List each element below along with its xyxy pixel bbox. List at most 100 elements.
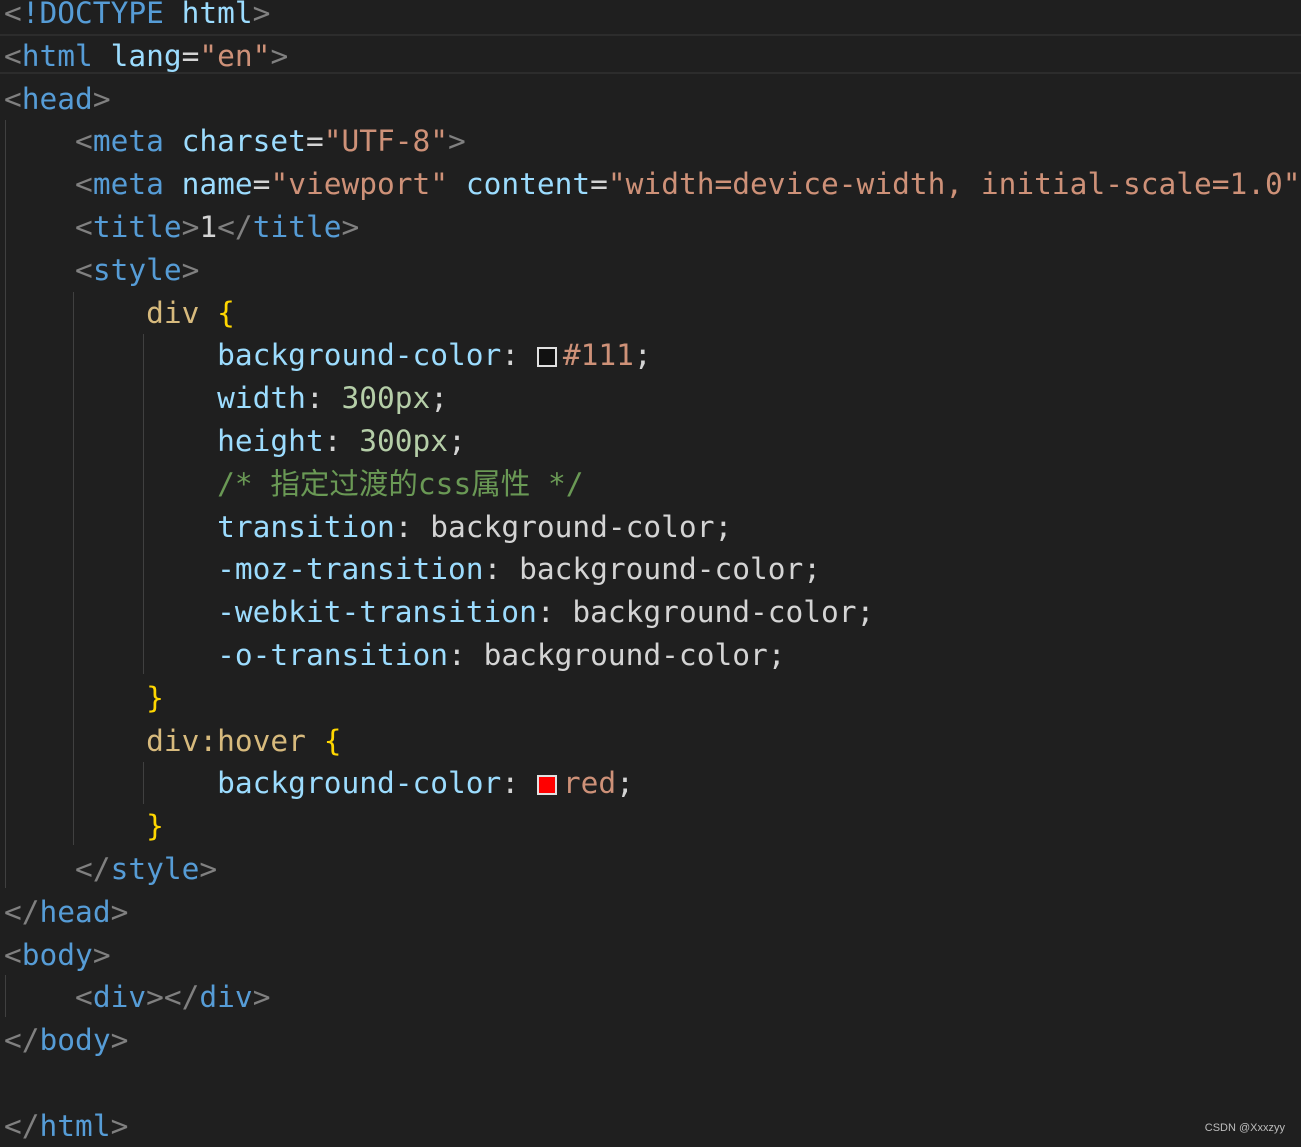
code-token: "UTF-8" [324, 124, 448, 158]
code-line[interactable]: -moz-transition: background-color; [4, 548, 821, 590]
code-line[interactable]: -o-transition: background-color; [4, 634, 786, 676]
code-line[interactable]: </html> [4, 1105, 128, 1147]
code-line[interactable]: </head> [4, 891, 128, 933]
code-token: width [217, 381, 306, 415]
code-line[interactable]: <!DOCTYPE html> [4, 0, 270, 34]
code-line[interactable]: width: 300px; [4, 377, 448, 419]
code-token: div [93, 980, 146, 1014]
code-token: "viewport" [270, 167, 448, 201]
code-line[interactable]: transition: background-color; [4, 506, 732, 548]
code-token: red [563, 766, 616, 800]
code-line[interactable]: <style> [4, 249, 199, 291]
code-token: div:hover [146, 724, 306, 758]
code-token: < [75, 210, 93, 244]
code-token [448, 167, 466, 201]
code-token: ; [768, 638, 786, 672]
code-token: = [253, 167, 271, 201]
code-token [4, 124, 75, 158]
code-token: = [182, 39, 200, 73]
code-token: charset [182, 124, 306, 158]
code-token: style [111, 852, 200, 886]
code-token: : [324, 424, 360, 458]
code-token [4, 724, 146, 758]
code-line[interactable]: <div></div> [4, 976, 270, 1018]
code-token: html [22, 39, 93, 73]
code-token: < [75, 980, 93, 1014]
code-line[interactable]: -webkit-transition: background-color; [4, 591, 874, 633]
code-line[interactable]: <meta charset="UTF-8"> [4, 120, 466, 162]
code-token: name [182, 167, 253, 201]
code-token: </ [4, 895, 40, 929]
code-line[interactable]: <title>1</title> [4, 206, 359, 248]
color-swatch-icon[interactable] [537, 347, 557, 367]
code-token [4, 167, 75, 201]
code-token: < [75, 253, 93, 287]
code-token: ; [448, 424, 466, 458]
code-token: > [93, 82, 111, 116]
code-line[interactable]: <html lang="en"> [4, 35, 288, 77]
code-line[interactable]: } [4, 805, 164, 847]
code-token: : [395, 510, 431, 544]
code-line[interactable]: background-color: red; [4, 762, 634, 804]
code-token: > [111, 1109, 129, 1143]
code-line[interactable]: </style> [4, 848, 217, 890]
code-token: > [182, 253, 200, 287]
code-token: background-color [217, 338, 501, 372]
code-token [93, 39, 111, 73]
code-token: background-color [519, 552, 803, 586]
code-line[interactable]: background-color: #111; [4, 334, 652, 376]
code-token: background-color [430, 510, 714, 544]
code-token: background-color [217, 766, 501, 800]
code-token: = [306, 124, 324, 158]
code-line[interactable]: div:hover { [4, 720, 341, 762]
code-token: #111 [563, 338, 634, 372]
code-token [4, 552, 217, 586]
code-token: "width=device-width, initial-scale=1.0" [608, 167, 1301, 201]
code-token: title [93, 210, 182, 244]
code-line[interactable]: height: 300px; [4, 420, 466, 462]
code-token: } [146, 809, 164, 843]
code-token [4, 296, 146, 330]
code-token: /* 指定过渡的css属性 */ [217, 467, 583, 501]
code-line[interactable]: <meta name="viewport" content="width=dev… [4, 163, 1301, 205]
code-line[interactable]: } [4, 677, 164, 719]
code-line[interactable]: </body> [4, 1019, 128, 1061]
code-token: background-color [572, 595, 856, 629]
code-token [164, 167, 182, 201]
code-token: ; [430, 381, 448, 415]
code-token: < [4, 82, 22, 116]
color-swatch-icon[interactable] [537, 775, 557, 795]
watermark: CSDN @Xxxzyy [1205, 1122, 1285, 1134]
code-token: < [4, 938, 22, 972]
code-token: div [199, 980, 252, 1014]
code-token: = [590, 167, 608, 201]
code-token: body [22, 938, 93, 972]
code-token: > [111, 895, 129, 929]
code-token [4, 424, 217, 458]
code-line[interactable]: div { [4, 292, 235, 334]
code-token [4, 809, 146, 843]
code-token [4, 338, 217, 372]
code-token [4, 467, 217, 501]
code-token [4, 595, 217, 629]
code-token: 300px [341, 381, 430, 415]
code-line[interactable]: <body> [4, 934, 111, 976]
code-token: title [253, 210, 342, 244]
code-line[interactable]: /* 指定过渡的css属性 */ [4, 463, 584, 505]
code-token [4, 510, 217, 544]
code-token: body [40, 1023, 111, 1057]
code-token [306, 724, 324, 758]
code-token: html [40, 1109, 111, 1143]
code-token: : [501, 338, 537, 372]
code-token: 300px [359, 424, 448, 458]
code-token [4, 852, 75, 886]
code-token: </ [4, 1109, 40, 1143]
code-token: : [501, 766, 537, 800]
code-editor[interactable]: <!DOCTYPE html><html lang="en"><head> <m… [0, 0, 1301, 1144]
code-token [4, 210, 75, 244]
code-token: { [324, 724, 342, 758]
code-token: -o-transition [217, 638, 448, 672]
code-token: > [448, 124, 466, 158]
code-line[interactable]: <head> [4, 78, 111, 120]
code-token: ; [857, 595, 875, 629]
